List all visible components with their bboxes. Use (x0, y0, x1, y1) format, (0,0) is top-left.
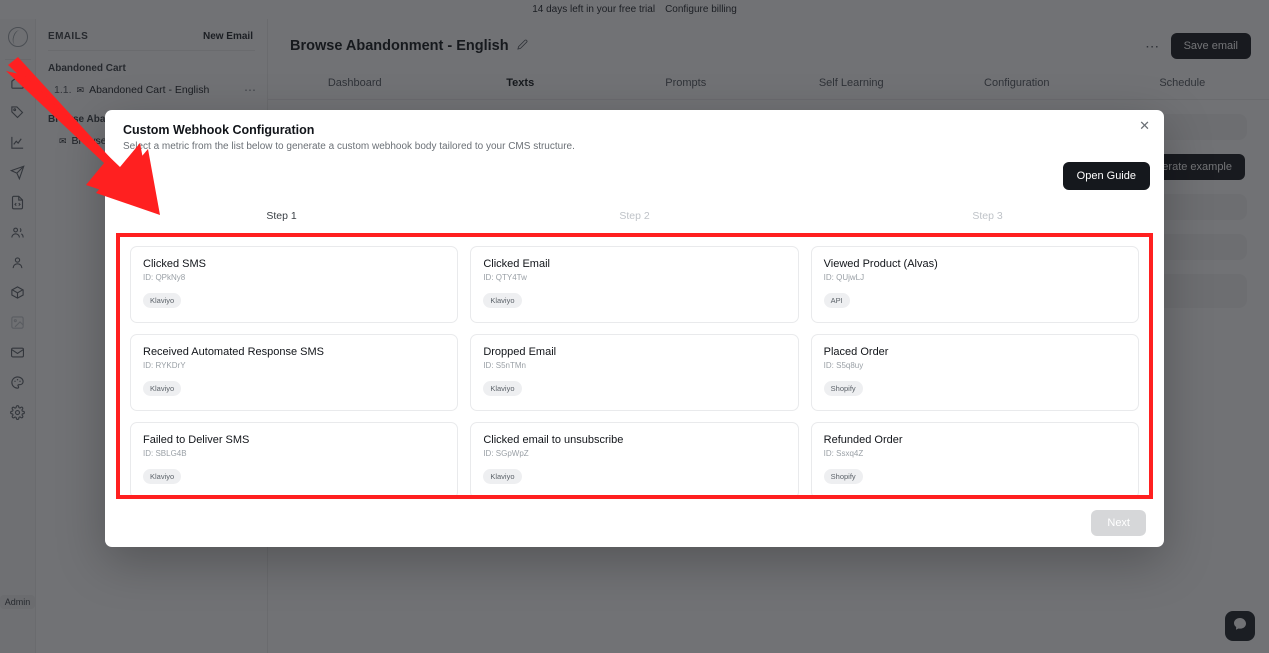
metric-id: ID: QTY4Tw (483, 273, 527, 282)
custom-webhook-modal: Custom Webhook Configuration Select a me… (105, 110, 1164, 547)
step-3[interactable]: Step 3 (811, 210, 1164, 222)
metric-card[interactable]: Clicked Email ID: QTY4Tw Klaviyo (470, 246, 799, 323)
open-guide-button[interactable]: Open Guide (1062, 162, 1150, 190)
metric-list: Clicked SMS ID: QPkNy8 Klaviyo Clicked E… (120, 237, 1149, 495)
modal-header: Custom Webhook Configuration Select a me… (105, 110, 1164, 152)
step-1[interactable]: Step 1 (105, 210, 458, 222)
modal-title: Custom Webhook Configuration (123, 123, 315, 137)
next-button[interactable]: Next (1091, 510, 1146, 536)
metric-id: ID: SBLG4B (143, 449, 187, 458)
metric-name: Dropped Email (483, 346, 557, 358)
metric-card[interactable]: Dropped Email ID: S5nTMn Klaviyo (470, 334, 799, 411)
metric-source-badge: API (823, 293, 850, 308)
metric-id: ID: QUjwLJ (823, 273, 865, 282)
metric-name: Refunded Order (823, 434, 903, 446)
metric-name: Viewed Product (Alvas) (823, 258, 938, 270)
close-icon[interactable]: ✕ (1139, 119, 1150, 132)
app-root: 14 days left in your free trial Configur… (0, 0, 1269, 653)
metric-id: ID: S5q8uy (823, 361, 864, 370)
metric-name: Clicked email to unsubscribe (483, 434, 624, 446)
metric-source-badge: Klaviyo (143, 469, 182, 484)
metric-source-badge: Klaviyo (143, 293, 182, 308)
metric-id: ID: QPkNy8 (143, 273, 186, 282)
step-2[interactable]: Step 2 (458, 210, 811, 222)
metric-name: Placed Order (823, 346, 889, 358)
metric-id: ID: S5nTMn (483, 361, 527, 370)
metric-source-badge: Shopify (823, 469, 863, 484)
modal-footer: Next (105, 499, 1164, 547)
red-highlight-box: Clicked SMS ID: QPkNy8 Klaviyo Clicked E… (116, 233, 1153, 499)
metric-card[interactable]: Placed Order ID: S5q8uy Shopify (810, 334, 1139, 411)
metric-card[interactable]: Clicked SMS ID: QPkNy8 Klaviyo (130, 246, 459, 323)
metric-card[interactable]: Received Automated Response SMS ID: RYKD… (130, 334, 459, 411)
metric-name: Clicked SMS (143, 258, 206, 270)
metric-source-badge: Klaviyo (483, 381, 522, 396)
metric-name: Clicked Email (483, 258, 550, 270)
metric-card[interactable]: Viewed Product (Alvas) ID: QUjwLJ API (810, 246, 1139, 323)
metric-id: ID: Ssxq4Z (823, 449, 864, 458)
metric-id: ID: RYKDrY (143, 361, 186, 370)
metric-id: ID: SGpWpZ (483, 449, 529, 458)
step-indicator: Step 1 Step 2 Step 3 (105, 210, 1164, 222)
metric-source-badge: Shopify (823, 381, 863, 396)
metric-card[interactable]: Clicked email to unsubscribe ID: SGpWpZ … (470, 422, 799, 495)
metric-card[interactable]: Failed to Deliver SMS ID: SBLG4B Klaviyo (130, 422, 459, 495)
metric-card[interactable]: Refunded Order ID: Ssxq4Z Shopify (810, 422, 1139, 495)
metric-name: Received Automated Response SMS (143, 346, 324, 358)
metric-source-badge: Klaviyo (483, 469, 522, 484)
modal-subtitle: Select a metric from the list below to g… (123, 141, 575, 152)
metric-name: Failed to Deliver SMS (143, 434, 250, 446)
metric-source-badge: Klaviyo (483, 293, 522, 308)
metric-source-badge: Klaviyo (143, 381, 182, 396)
open-guide-row: Open Guide (105, 152, 1164, 190)
